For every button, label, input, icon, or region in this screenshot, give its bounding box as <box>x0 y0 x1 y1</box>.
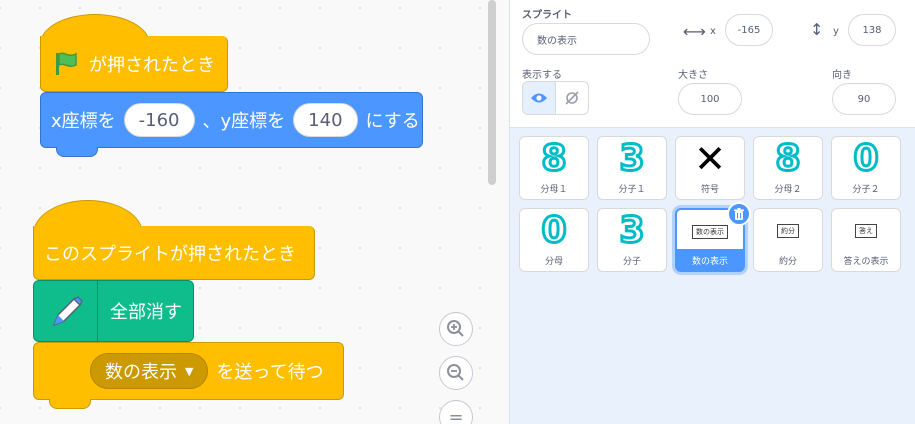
zoom-reset-button[interactable]: = <box>439 400 473 424</box>
sprite-thumbnail: 3 <box>618 210 646 251</box>
code-area-scrollbar[interactable] <box>488 0 496 185</box>
sprite-tile[interactable]: 数の表示 数の表示 <box>675 202 751 272</box>
dropdown-arrow-icon: ▼ <box>185 364 194 378</box>
sprite-name: 分母 <box>544 257 563 267</box>
sprite-name: 分母２ <box>774 185 802 195</box>
cross-costume: ✕ <box>694 137 726 181</box>
sprite-thumbnail: 数の表示 <box>692 212 728 252</box>
go-to-y-label: 、y座標を <box>202 111 286 132</box>
sprite-hat-label: このスプライトが押されたとき <box>44 243 296 265</box>
y-value-input[interactable]: 140 <box>293 103 358 137</box>
trash-icon <box>734 207 744 220</box>
zoom-in-icon <box>447 320 464 337</box>
code-area[interactable]: が押されたとき x座標を -160 、y座標を 140 にする このスプライトが… <box>0 0 500 424</box>
eye-icon <box>531 93 547 103</box>
broadcast-and-wait-block[interactable]: 数の表示 ▼ を送って待つ <box>33 342 344 400</box>
digit-costume: 0 <box>852 138 880 179</box>
sprite-thumbnail: 0 <box>540 210 568 251</box>
digit-costume: 8 <box>774 138 802 179</box>
sprite-thumbnail: 8 <box>774 138 802 179</box>
digit-costume: 0 <box>540 210 568 251</box>
text-costume: 数の表示 <box>692 225 728 239</box>
sprite-tile[interactable]: 0 分子２ <box>831 136 901 200</box>
delete-sprite-button[interactable] <box>727 202 751 226</box>
sprite-name: 数の表示 <box>676 249 744 271</box>
sprite-name-input[interactable]: 数の表示 <box>522 23 650 55</box>
text-costume: 答え <box>855 224 877 238</box>
erase-all-label: 全部消す <box>110 302 182 323</box>
sprite-tile[interactable]: 答え 答えの表示 <box>831 208 901 272</box>
hide-sprite-button[interactable] <box>555 81 589 115</box>
pen-icon <box>34 280 98 342</box>
broadcast-message-label: 数の表示 <box>105 362 177 383</box>
go-to-x-label: x座標を <box>51 111 116 132</box>
size-label: 大きさ <box>678 70 708 81</box>
green-flag-icon <box>53 51 79 77</box>
broadcast-message-dropdown[interactable]: 数の表示 ▼ <box>90 353 209 389</box>
erase-all-block[interactable]: 全部消す <box>33 280 194 342</box>
zoom-out-icon <box>447 364 464 381</box>
sprite-tile[interactable]: 約分 約分 <box>753 208 823 272</box>
zoom-out-button[interactable] <box>439 356 473 390</box>
text-costume: 約分 <box>777 224 799 238</box>
go-to-suffix: にする <box>365 111 420 132</box>
sprite-name: 符号 <box>700 185 719 195</box>
sprite-thumbnail: 約分 <box>777 211 799 251</box>
sprite-tile[interactable]: ✕ 符号 <box>675 136 745 200</box>
sprite-label: スプライト <box>522 10 572 21</box>
sprite-tile[interactable]: 3 分子 <box>597 208 667 272</box>
sprite-name: 答えの表示 <box>843 257 889 267</box>
sprite-thumbnail: 8 <box>540 138 568 179</box>
digit-costume: 8 <box>540 138 568 179</box>
y-label: y <box>833 26 839 37</box>
show-sprite-button[interactable] <box>522 81 556 115</box>
sprite-thumbnail: 0 <box>852 138 880 179</box>
sprite-tile[interactable]: 8 分母２ <box>753 136 823 200</box>
sprite-name: 分母１ <box>540 185 568 195</box>
zoom-reset-icon: = <box>448 406 464 424</box>
show-label: 表示する <box>522 70 562 81</box>
sprite-pane: スプライト 数の表示 ⟷ x -165 ↕ y 138 表示する 大きさ 100… <box>509 0 915 424</box>
eye-hidden-icon <box>565 91 579 105</box>
x-arrows-icon: ⟷ <box>683 22 706 41</box>
go-to-xy-block[interactable]: x座標を -160 、y座標を 140 にする <box>40 92 423 148</box>
sprite-tile[interactable]: 0 分母 <box>519 208 589 272</box>
sprite-name: 分子 <box>622 257 641 267</box>
size-input[interactable]: 100 <box>678 83 742 115</box>
sprite-thumbnail: ✕ <box>694 139 726 179</box>
sprite-thumbnail: 答え <box>855 211 877 251</box>
broadcast-wait-label: を送って待つ <box>216 362 324 383</box>
x-value-input[interactable]: -160 <box>123 103 195 137</box>
sprite-info: スプライト 数の表示 ⟷ x -165 ↕ y 138 表示する 大きさ 100… <box>510 0 915 128</box>
digit-costume: 3 <box>618 210 646 251</box>
when-sprite-clicked-block[interactable]: このスプライトが押されたとき <box>33 226 315 280</box>
x-position-input[interactable]: -165 <box>725 14 773 46</box>
sprite-thumbnail: 3 <box>618 138 646 179</box>
y-position-input[interactable]: 138 <box>848 14 896 46</box>
sprite-tile[interactable]: 8 分母１ <box>519 136 589 200</box>
hat-label: が押されたとき <box>89 54 215 76</box>
digit-costume: 3 <box>618 138 646 179</box>
block-bottom-notch <box>49 399 91 409</box>
zoom-in-button[interactable] <box>439 312 473 346</box>
sprite-name: 分子１ <box>618 185 646 195</box>
sprite-name: 分子２ <box>852 185 880 195</box>
y-arrows-icon: ↕ <box>810 20 824 39</box>
direction-label: 向き <box>832 70 852 81</box>
direction-input[interactable]: 90 <box>832 83 896 115</box>
x-label: x <box>710 26 716 37</box>
sprite-tile[interactable]: 3 分子１ <box>597 136 667 200</box>
when-flag-clicked-block[interactable]: が押されたとき <box>40 36 228 92</box>
block-bottom-notch <box>56 147 98 157</box>
sprite-name: 約分 <box>778 257 797 267</box>
